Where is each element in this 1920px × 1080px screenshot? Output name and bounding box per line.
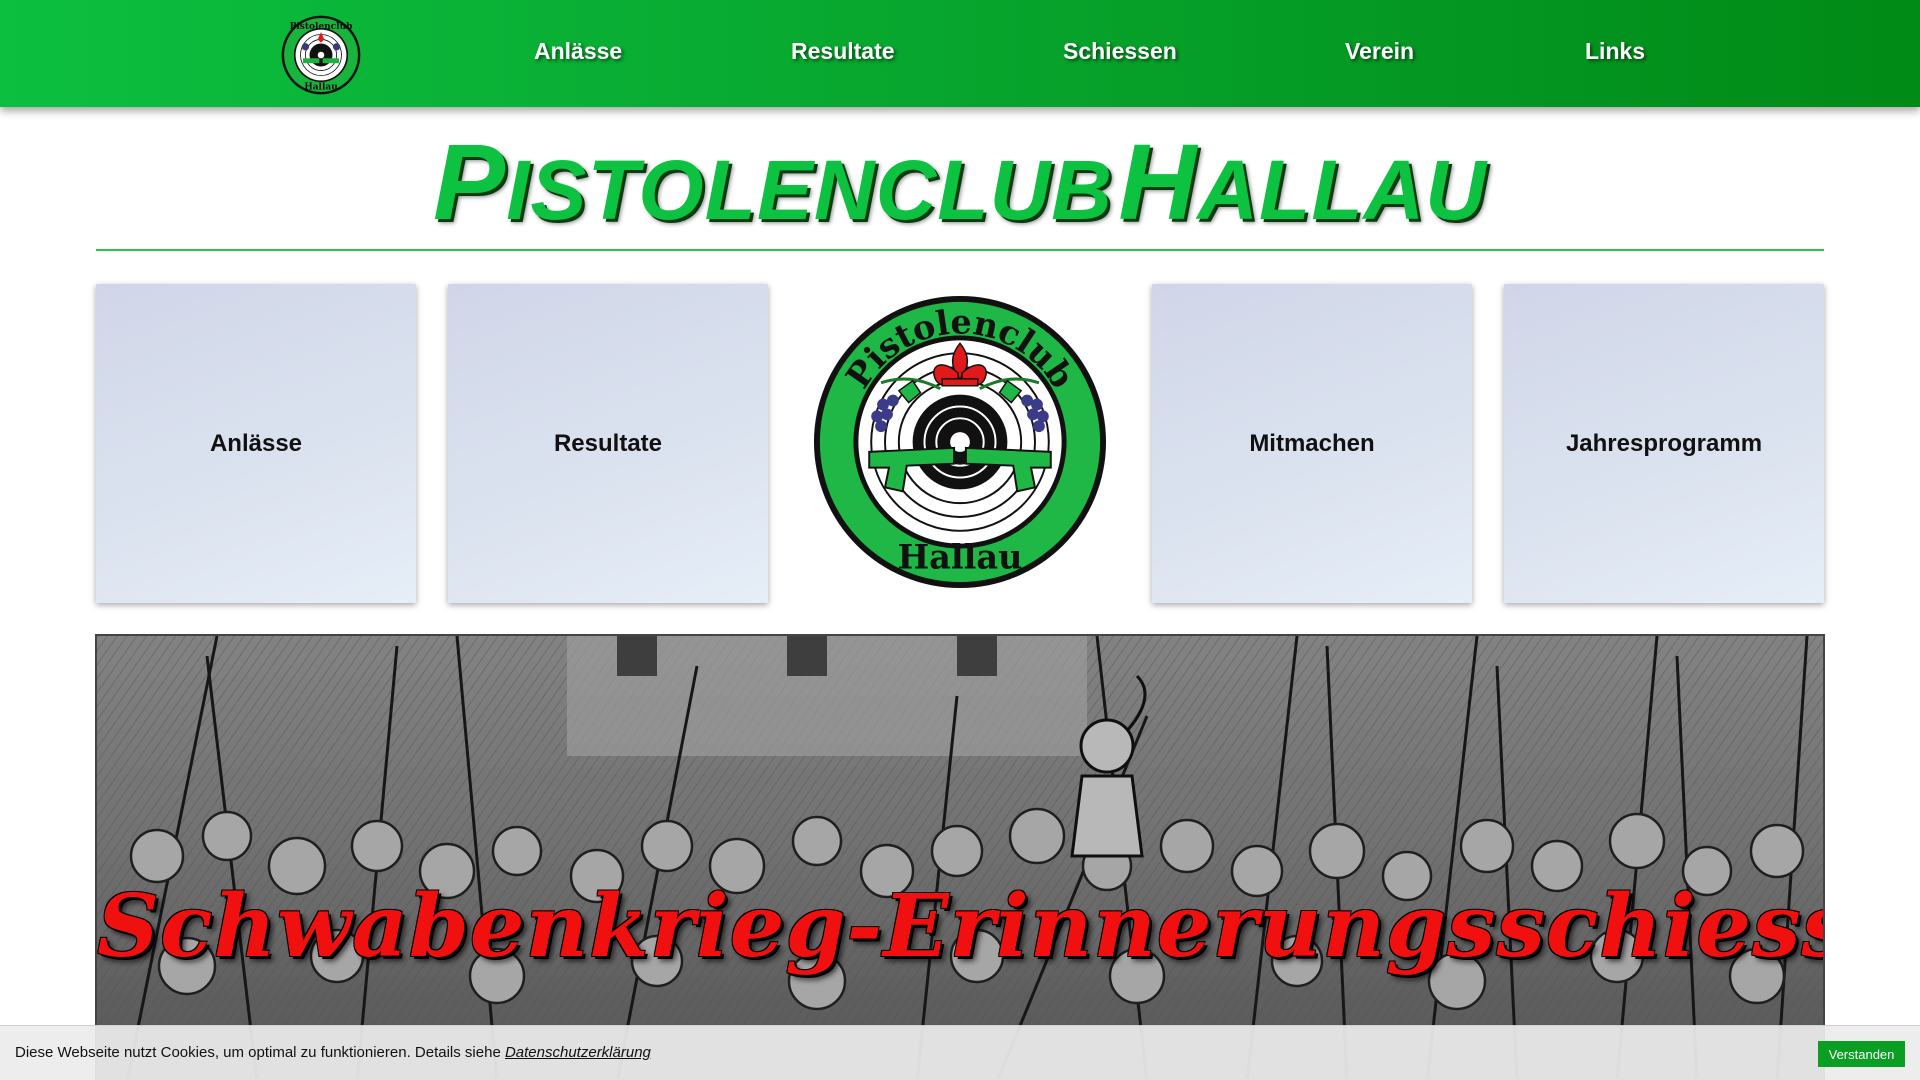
battle-engraving-image: [97, 636, 1823, 1078]
title-divider: [96, 249, 1824, 251]
cookie-text: Diese Webseite nutzt Cookies, um optimal…: [15, 1044, 505, 1061]
nav-logo[interactable]: Pistolenclub Hallau: [280, 14, 362, 96]
nav-link-schiessen[interactable]: Schiessen: [1063, 38, 1177, 65]
top-navbar: Pistolenclub Hallau Anlässe Resultate Sc…: [0, 0, 1920, 107]
club-emblem-icon: Pistolenclub Hallau: [813, 295, 1107, 589]
tile-label: Anlässe: [209, 429, 303, 457]
svg-text:Pistolenclub: Pistolenclub: [290, 22, 353, 32]
nav-link-verein[interactable]: Verein: [1345, 38, 1414, 65]
hero-banner[interactable]: Schwabenkrieg-Erinnerungsschiessen 2023: [95, 634, 1825, 1080]
accept-cookies-button[interactable]: Verstanden: [1818, 1041, 1905, 1067]
nav-link-resultate[interactable]: Resultate: [791, 38, 895, 65]
page-title: PISTOLENCLUB HALLAU: [0, 128, 1920, 236]
cookie-banner: Diese Webseite nutzt Cookies, um optimal…: [0, 1025, 1920, 1080]
tile-label: Mitmachen: [1249, 429, 1375, 457]
tile-label: Jahresprogramm: [1565, 429, 1763, 457]
svg-text:Hallau: Hallau: [304, 82, 338, 92]
cookie-message: Diese Webseite nutzt Cookies, um optimal…: [15, 1044, 651, 1061]
title-rest-2: ALLAU: [1197, 143, 1487, 237]
svg-text:Hallau: Hallau: [898, 537, 1023, 576]
nav-link-anlaesse[interactable]: Anlässe: [534, 38, 622, 65]
club-logo: Pistolenclub Hallau: [812, 294, 1108, 590]
privacy-policy-link[interactable]: Datenschutzerklärung: [505, 1044, 651, 1061]
title-initial-p: P: [433, 121, 507, 242]
title-initial-h: H: [1118, 121, 1198, 242]
tile-mitmachen[interactable]: Mitmachen: [1152, 284, 1472, 603]
nav-link-links[interactable]: Links: [1585, 38, 1645, 65]
club-logo-icon: Pistolenclub Hallau: [281, 15, 361, 95]
tile-resultate[interactable]: Resultate: [448, 284, 768, 603]
tile-jahresprogramm[interactable]: Jahresprogramm: [1504, 284, 1824, 603]
title-rest-1: ISTOLENCLUB: [506, 143, 1113, 237]
tile-anlaesse[interactable]: Anlässe: [96, 284, 416, 603]
tile-label: Resultate: [553, 429, 663, 457]
banner-title: Schwabenkrieg-Erinnerungsschiessen 2023: [97, 876, 1825, 977]
